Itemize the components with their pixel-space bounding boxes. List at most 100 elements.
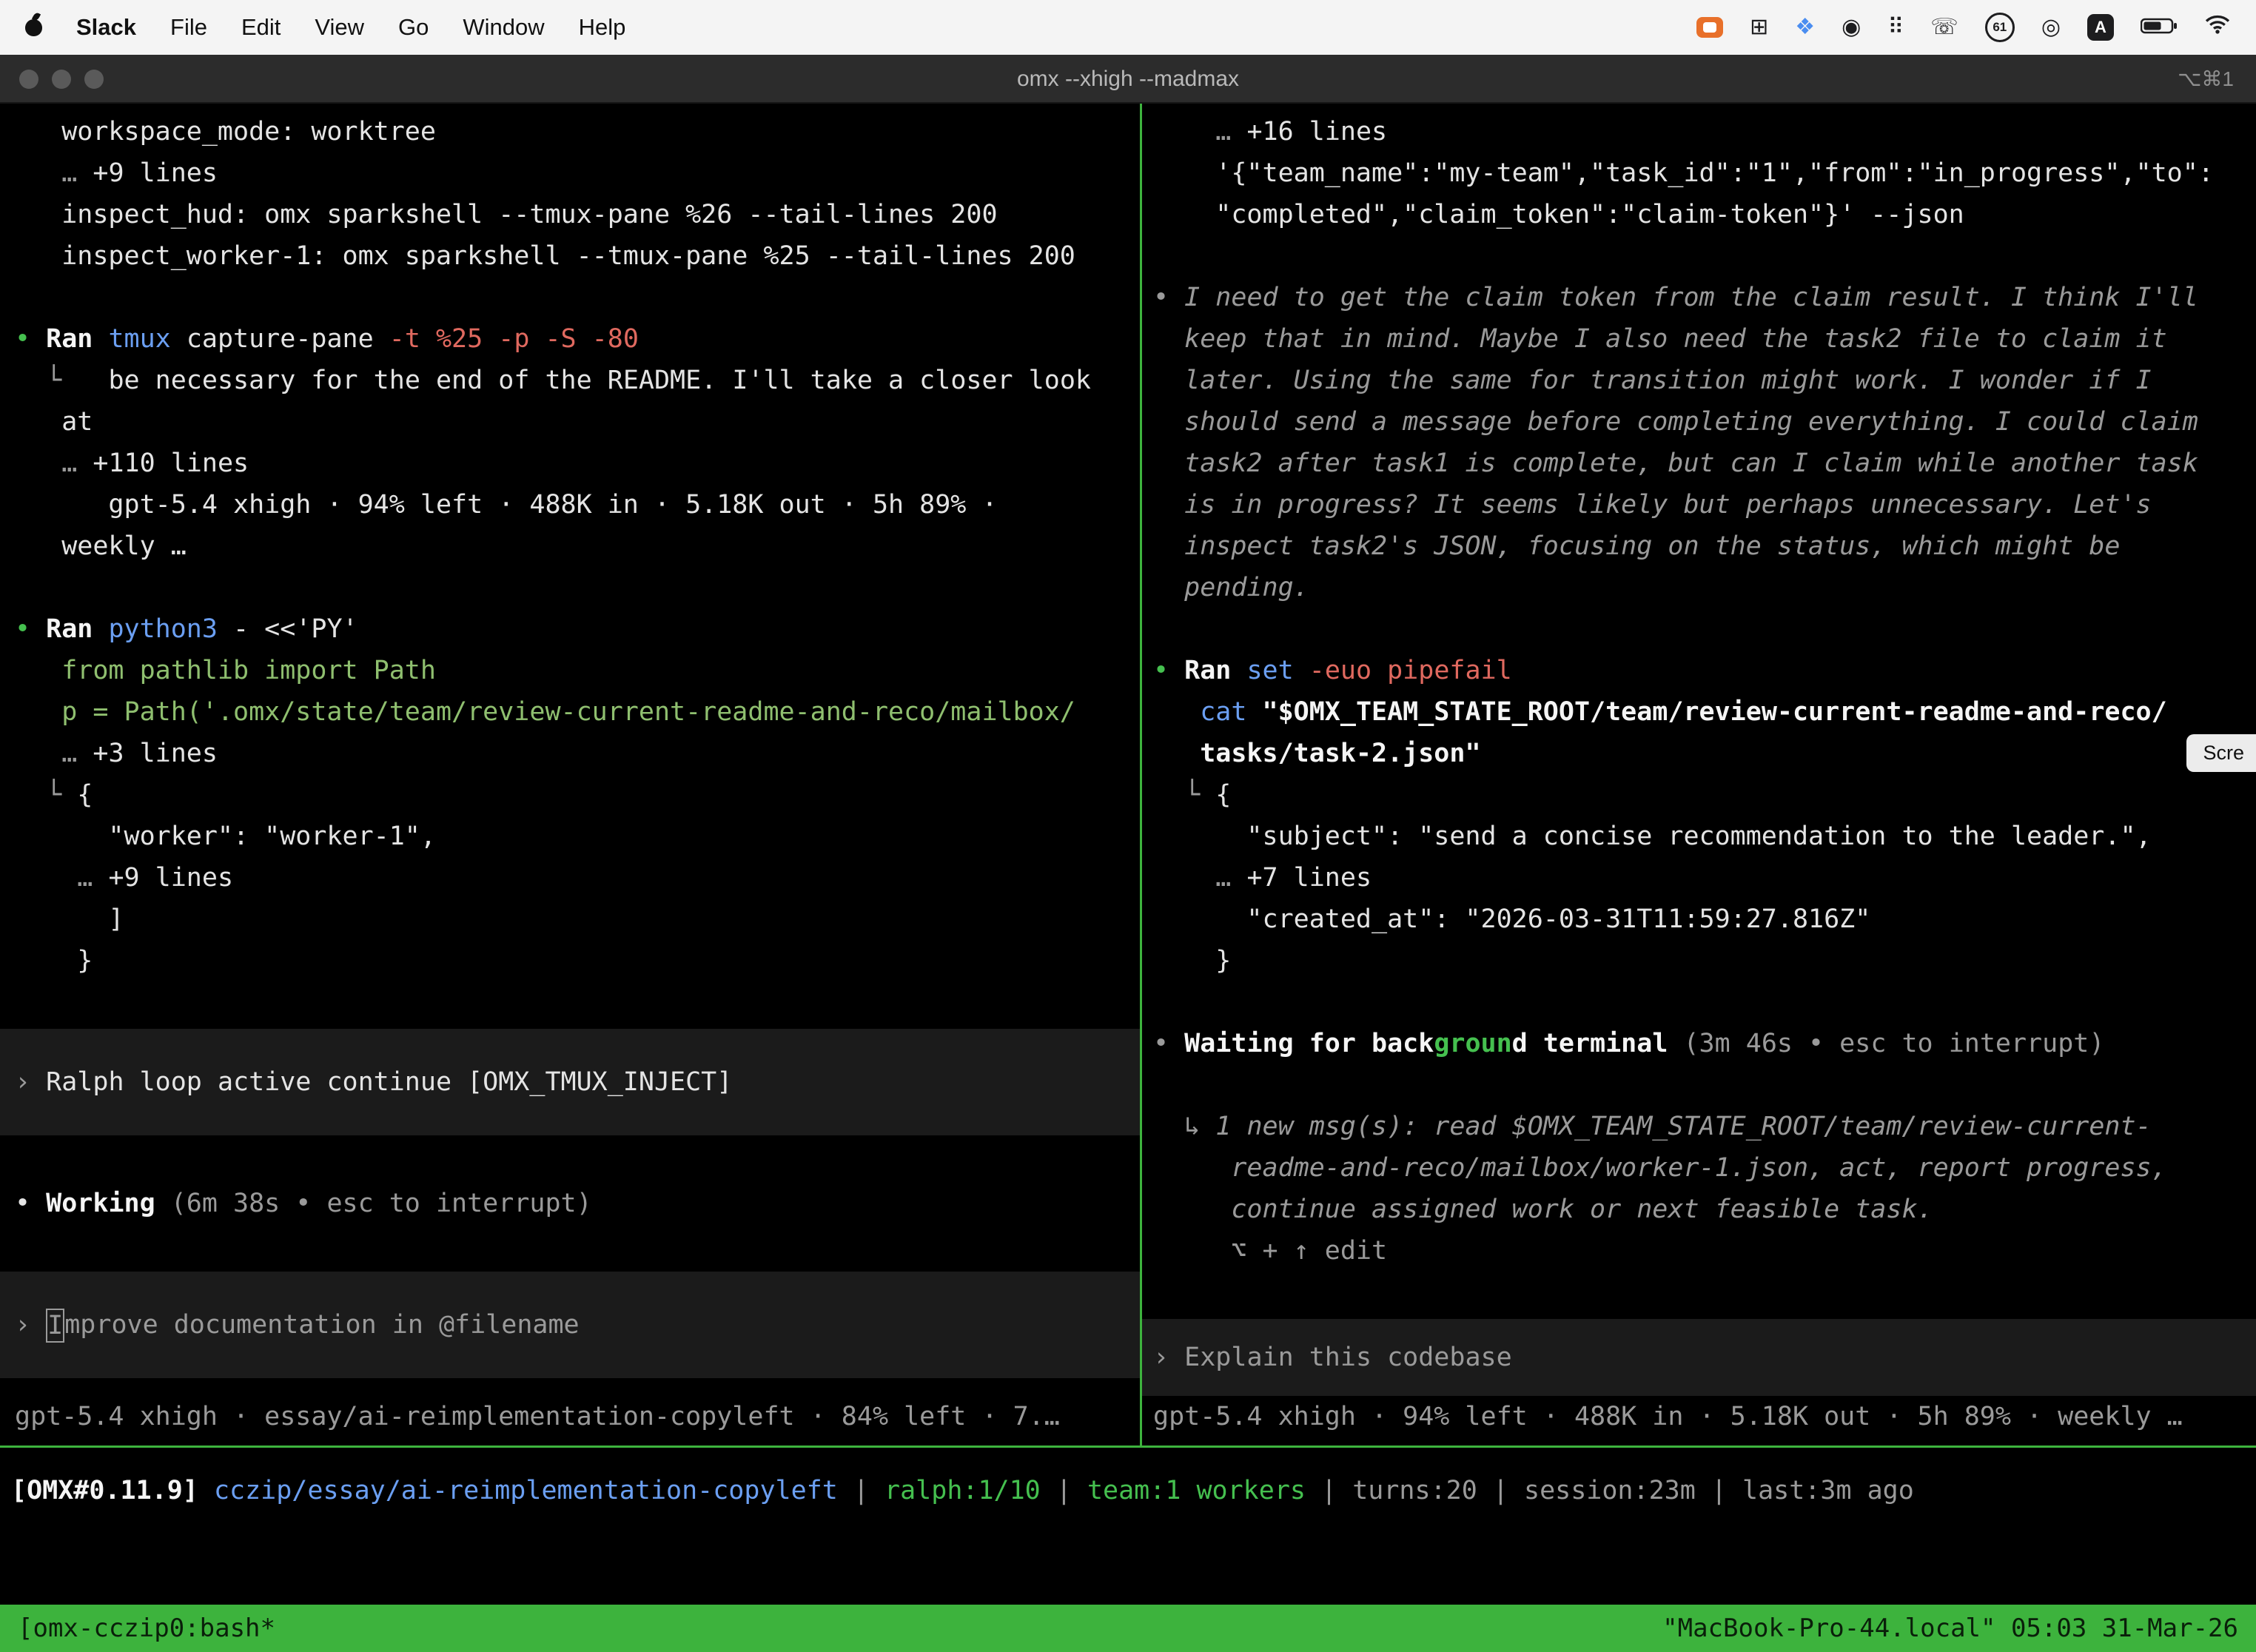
terminal-row: from pathlib import Path <box>15 650 1140 691</box>
right-pane-rows: … +16 lines '{"team_name":"my-team","tas… <box>1153 111 2256 1396</box>
terminal-row <box>15 277 1140 318</box>
battery-icon[interactable] <box>2141 14 2178 41</box>
tmux-status-bar: [omx-cczip0:bash* "MacBook-Pro-44.local"… <box>0 1605 2256 1652</box>
terminal-row: "completed","claim_token":"claim-token"}… <box>1153 194 2256 235</box>
terminal-row: inspect_hud: omx sparkshell --tmux-pane … <box>15 194 1140 235</box>
right-pane-status: gpt-5.4 xhigh · 94% left · 488K in · 5.1… <box>1153 1396 2183 1437</box>
terminal-row: … +9 lines <box>15 152 1140 194</box>
terminal-row: gpt-5.4 xhigh · 94% left · 488K in · 5.1… <box>15 484 1140 526</box>
terminal-row: '{"team_name":"my-team","task_id":"1","f… <box>1153 152 2256 194</box>
terminal-row: • Ran tmux capture-pane -t %25 -p -S -80 <box>15 318 1140 360</box>
battery-percentage-badge[interactable]: 61 <box>1985 13 2015 42</box>
terminal-row: keep that in mind. Maybe I also need the… <box>1153 318 2256 360</box>
terminal-row: should send a message before completing … <box>1153 401 2256 443</box>
phone-icon[interactable]: ☏ <box>1930 16 1958 38</box>
blue-app-icon[interactable]: ❖ <box>1795 16 1815 38</box>
terminal-row: continue assigned work or next feasible … <box>1153 1189 2256 1230</box>
terminal-row: "created_at": "2026-03-31T11:59:27.816Z" <box>1153 899 2256 940</box>
tmux-session-label: [omx-cczip0:bash* <box>18 1614 275 1643</box>
terminal-row: … +3 lines <box>15 733 1140 774</box>
right-terminal-pane[interactable]: … +16 lines '{"team_name":"my-team","tas… <box>1142 104 2256 1443</box>
left-pane-rows: workspace_mode: worktree … +9 lines insp… <box>15 111 1140 1378</box>
terminal-window: workspace_mode: worktree … +9 lines insp… <box>0 104 2256 1652</box>
terminal-row: weekly … <box>15 526 1140 567</box>
terminal-row: inspect task2's JSON, focusing on the st… <box>1153 526 2256 567</box>
terminal-row: • Working (6m 38s • esc to interrupt) <box>15 1183 1140 1224</box>
terminal-row: cat "$OMX_TEAM_STATE_ROOT/team/review-cu… <box>1153 691 2256 733</box>
terminal-row: "subject": "send a concise recommendatio… <box>1153 816 2256 857</box>
terminal-row: └ be necessary for the end of the README… <box>15 360 1140 401</box>
apps-grid-icon[interactable]: ⠿ <box>1887 16 1904 38</box>
prompt-band[interactable]: › Ralph loop active continue [OMX_TMUX_I… <box>0 1029 1140 1135</box>
menu-help[interactable]: Help <box>579 14 626 41</box>
tmux-pane-divider-horizontal[interactable] <box>0 1446 2256 1448</box>
menu-edit[interactable]: Edit <box>241 14 281 41</box>
window-title: omx --xhigh --madmax <box>0 55 2256 104</box>
terminal-row <box>1153 608 2256 650</box>
window-title-bar: omx --xhigh --madmax ⌥⌘1 <box>0 55 2256 104</box>
terminal-row: tasks/task-2.json" <box>1153 733 2256 774</box>
terminal-row: "worker": "worker-1", <box>15 816 1140 857</box>
terminal-row <box>1153 1064 2256 1106</box>
prompt-band[interactable]: › Improve documentation in @filename <box>0 1272 1140 1378</box>
menu-window[interactable]: Window <box>463 14 544 41</box>
input-source-icon[interactable]: A <box>2087 14 2114 41</box>
window-grid-icon[interactable]: ⊞ <box>1750 16 1768 38</box>
menubar-status-icons: ⊞ ❖ ◉ ⠿ ☏ 61 ◎ A <box>1696 13 2231 42</box>
terminal-row: p = Path('.omx/state/team/review-current… <box>15 691 1140 733</box>
terminal-row: at <box>15 401 1140 443</box>
terminal-row: ↳ 1 new msg(s): read $OMX_TEAM_STATE_ROO… <box>1153 1106 2256 1147</box>
left-terminal-pane[interactable]: workspace_mode: worktree … +9 lines insp… <box>0 104 1140 1443</box>
terminal-row: } <box>15 940 1140 981</box>
terminal-row <box>1153 1272 2256 1313</box>
macos-menu-bar: Slack File Edit View Go Window Help ⊞ ❖ … <box>0 0 2256 55</box>
terminal-row: later. Using the same for transition mig… <box>1153 360 2256 401</box>
terminal-row <box>1153 235 2256 277</box>
terminal-row: … +9 lines <box>15 857 1140 899</box>
terminal-row <box>15 1224 1140 1266</box>
window-shortcut-hint: ⌥⌘1 <box>2178 55 2234 104</box>
dark-app-icon[interactable]: ◉ <box>1842 16 1861 38</box>
terminal-row <box>15 1141 1140 1183</box>
traffic-lights <box>19 70 104 89</box>
terminal-row: ⌥ + ↑ edit <box>1153 1230 2256 1272</box>
menu-file[interactable]: File <box>170 14 207 41</box>
terminal-row: … +110 lines <box>15 443 1140 484</box>
text-cursor: I <box>46 1309 64 1343</box>
terminal-row: is in progress? It seems likely but perh… <box>1153 484 2256 526</box>
terminal-row: └ { <box>15 774 1140 816</box>
terminal-row: • Ran python3 - <<'PY' <box>15 608 1140 650</box>
menu-go[interactable]: Go <box>398 14 429 41</box>
minimize-button[interactable] <box>52 70 71 89</box>
terminal-row: • I need to get the claim token from the… <box>1153 277 2256 318</box>
zoom-button[interactable] <box>84 70 104 89</box>
wifi-icon[interactable] <box>2204 14 2231 41</box>
terminal-row <box>15 567 1140 608</box>
terminal-row: … +16 lines <box>1153 111 2256 152</box>
terminal-row <box>1153 981 2256 1023</box>
terminal-row: • Ran set -euo pipefail <box>1153 650 2256 691</box>
menu-view[interactable]: View <box>315 14 364 41</box>
terminal-row: workspace_mode: worktree <box>15 111 1140 152</box>
terminal-row: pending. <box>1153 567 2256 608</box>
screen-recording-indicator[interactable] <box>1696 17 1723 38</box>
omx-session-hud: [OMX#0.11.9] cczip/essay/ai-reimplementa… <box>11 1470 1914 1511</box>
camera-icon[interactable]: ◎ <box>2041 16 2061 38</box>
terminal-row: ] <box>15 899 1140 940</box>
terminal-row: [OMX#0.11.9] cczip/essay/ai-reimplementa… <box>11 1470 1914 1511</box>
terminal-row: readme-and-reco/mailbox/worker-1.json, a… <box>1153 1147 2256 1189</box>
terminal-row: } <box>1153 940 2256 981</box>
terminal-row <box>15 981 1140 1023</box>
terminal-row: … +7 lines <box>1153 857 2256 899</box>
terminal-row: inspect_worker-1: omx sparkshell --tmux-… <box>15 235 1140 277</box>
left-pane-status: gpt-5.4 xhigh · essay/ai-reimplementatio… <box>15 1396 1060 1437</box>
menu-app-name[interactable]: Slack <box>76 14 136 41</box>
terminal-row: └ { <box>1153 774 2256 816</box>
terminal-row: • Waiting for background terminal (3m 46… <box>1153 1023 2256 1064</box>
tmux-host-clock: "MacBook-Pro-44.local" 05:03 31-Mar-26 <box>1662 1614 2238 1643</box>
close-button[interactable] <box>19 70 38 89</box>
tmux-pane-divider-vertical[interactable] <box>1140 104 1142 1446</box>
apple-logo[interactable] <box>25 19 42 36</box>
prompt-band[interactable]: › Explain this codebase <box>1142 1319 2256 1396</box>
clipped-tooltip: Scre <box>2186 734 2256 772</box>
